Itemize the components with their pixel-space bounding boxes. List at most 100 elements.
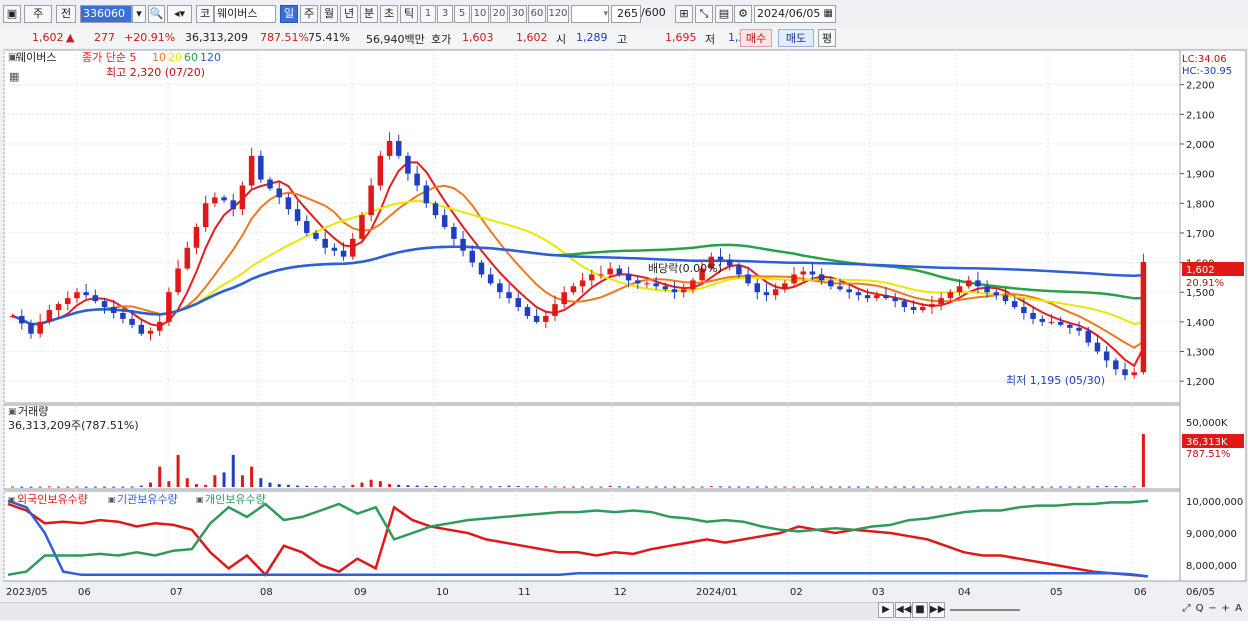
dividend-annotation: 배당락(0.00%) xyxy=(648,262,722,275)
y-tick-label: 1,800 xyxy=(1186,199,1215,210)
candle xyxy=(441,215,448,227)
candle xyxy=(37,321,43,334)
volume-bar xyxy=(176,454,180,487)
volume-panel xyxy=(3,404,1181,490)
candle xyxy=(680,289,687,293)
interval-20[interactable]: 20 xyxy=(490,5,508,23)
nav-button-2[interactable]: ■ xyxy=(912,602,928,618)
volume-bar xyxy=(461,486,465,488)
candle xyxy=(184,247,191,269)
volume-bar xyxy=(636,486,640,488)
volume-bar xyxy=(755,486,759,488)
change-percent: +20.91% xyxy=(124,31,176,44)
interval-5[interactable]: 5 xyxy=(454,5,470,23)
prev-button[interactable]: 전 xyxy=(56,5,76,23)
candle xyxy=(745,274,751,284)
volume-bar xyxy=(360,482,364,487)
volume-bar xyxy=(1022,486,1026,488)
gear-icon[interactable]: ⚙ xyxy=(734,5,752,23)
holding-legend: 외국인보유수량 xyxy=(17,493,88,506)
volume-bar xyxy=(20,486,24,488)
nav-button-0[interactable]: ▶ xyxy=(878,602,894,618)
date-value: 2024/06/05 xyxy=(757,7,821,20)
candle xyxy=(754,283,761,293)
candle xyxy=(1094,342,1101,352)
period-2[interactable]: 월 xyxy=(320,5,338,23)
search-icon[interactable]: 🔍 xyxy=(148,5,165,23)
x-tick-label: 2023/05 xyxy=(6,587,48,598)
candle xyxy=(276,188,282,198)
ask-price: 1,603 xyxy=(462,31,494,44)
type-select[interactable]: 주 xyxy=(24,5,52,23)
candle xyxy=(515,298,521,308)
holding-y-label: 9,000,000 xyxy=(1186,529,1237,540)
volume-bar xyxy=(829,486,833,488)
change-amount: 277 xyxy=(94,31,115,44)
x-tick-label: 12 xyxy=(614,587,627,598)
period-4[interactable]: 분 xyxy=(360,5,378,23)
interval-30[interactable]: 30 xyxy=(509,5,527,23)
interval-60[interactable]: 60 xyxy=(528,5,546,23)
candle xyxy=(350,238,356,257)
speaker-icon[interactable]: ◂▾ xyxy=(167,5,192,23)
volume-bar xyxy=(1105,486,1109,488)
nav-button-1[interactable]: ◀◀ xyxy=(895,602,911,618)
volume-bar xyxy=(691,486,695,488)
chart-canvas[interactable]: 2,2002,1002,0001,9001,8001,7001,6001,500… xyxy=(0,48,1248,621)
zoom-button-1[interactable]: Q xyxy=(1193,602,1206,618)
candle xyxy=(478,262,485,275)
legend-entry: 60 xyxy=(184,51,198,64)
zoom-slider[interactable] xyxy=(950,609,1020,611)
volume-bar xyxy=(75,486,79,488)
candle xyxy=(101,301,108,308)
volume-bar xyxy=(682,486,686,488)
period-1[interactable]: 주 xyxy=(300,5,318,23)
scroll-track[interactable] xyxy=(0,602,878,619)
candle xyxy=(202,203,209,227)
zoom-button-4[interactable]: A xyxy=(1232,602,1245,618)
buy-button[interactable]: 매수 xyxy=(740,29,772,47)
eval-button[interactable]: 평 xyxy=(818,29,836,47)
candle xyxy=(258,155,264,180)
date-input[interactable]: 2024/06/05 ▦ xyxy=(754,5,836,23)
layout-icon[interactable]: ▣ xyxy=(3,5,21,23)
count-input[interactable]: 265 xyxy=(611,5,641,23)
volume-bar xyxy=(351,484,355,487)
volume-bar xyxy=(240,475,244,487)
tools-icon[interactable]: ⊞ xyxy=(675,5,693,23)
zoom-button-3[interactable]: + xyxy=(1219,602,1232,618)
volume-bar xyxy=(976,486,980,488)
stock-name-input[interactable]: 웨이버스 xyxy=(214,5,276,23)
sell-button[interactable]: 매도 xyxy=(778,29,814,47)
calendar-icon[interactable]: ▦ xyxy=(824,6,835,22)
zoom-button-0[interactable]: ⤢ xyxy=(1180,602,1193,618)
candle xyxy=(377,155,384,186)
interval-120[interactable]: 120 xyxy=(547,5,569,23)
candle xyxy=(874,295,880,299)
interval-10[interactable]: 10 xyxy=(471,5,489,23)
candle xyxy=(239,185,246,210)
volume-bar xyxy=(516,485,520,487)
period-3[interactable]: 년 xyxy=(340,5,358,23)
candle xyxy=(28,323,34,334)
chart-tool-icon[interactable]: ⤡ xyxy=(695,5,713,23)
candle xyxy=(671,289,678,293)
nav-button-3[interactable]: ▶▶ xyxy=(929,602,945,618)
interval-1[interactable]: 1 xyxy=(420,5,436,23)
grid-toggle-icon: ▦ xyxy=(9,70,19,83)
interval-3[interactable]: 3 xyxy=(437,5,453,23)
candle xyxy=(497,283,503,293)
period-5[interactable]: 초 xyxy=(380,5,398,23)
interval-select[interactable]: ▾ xyxy=(571,5,609,23)
save-icon[interactable]: ▤ xyxy=(715,5,733,23)
period-6[interactable]: 틱 xyxy=(400,5,418,23)
code-dropdown-icon[interactable]: ▾ xyxy=(132,5,146,23)
zoom-button-2[interactable]: − xyxy=(1206,602,1219,618)
period-0[interactable]: 일 xyxy=(280,5,298,23)
candle xyxy=(1103,351,1110,361)
volume-bar xyxy=(332,486,336,488)
volume-bar xyxy=(535,486,539,488)
candle xyxy=(579,280,586,287)
code-input[interactable]: 336060 xyxy=(80,5,132,23)
volume-bar xyxy=(1123,486,1127,488)
